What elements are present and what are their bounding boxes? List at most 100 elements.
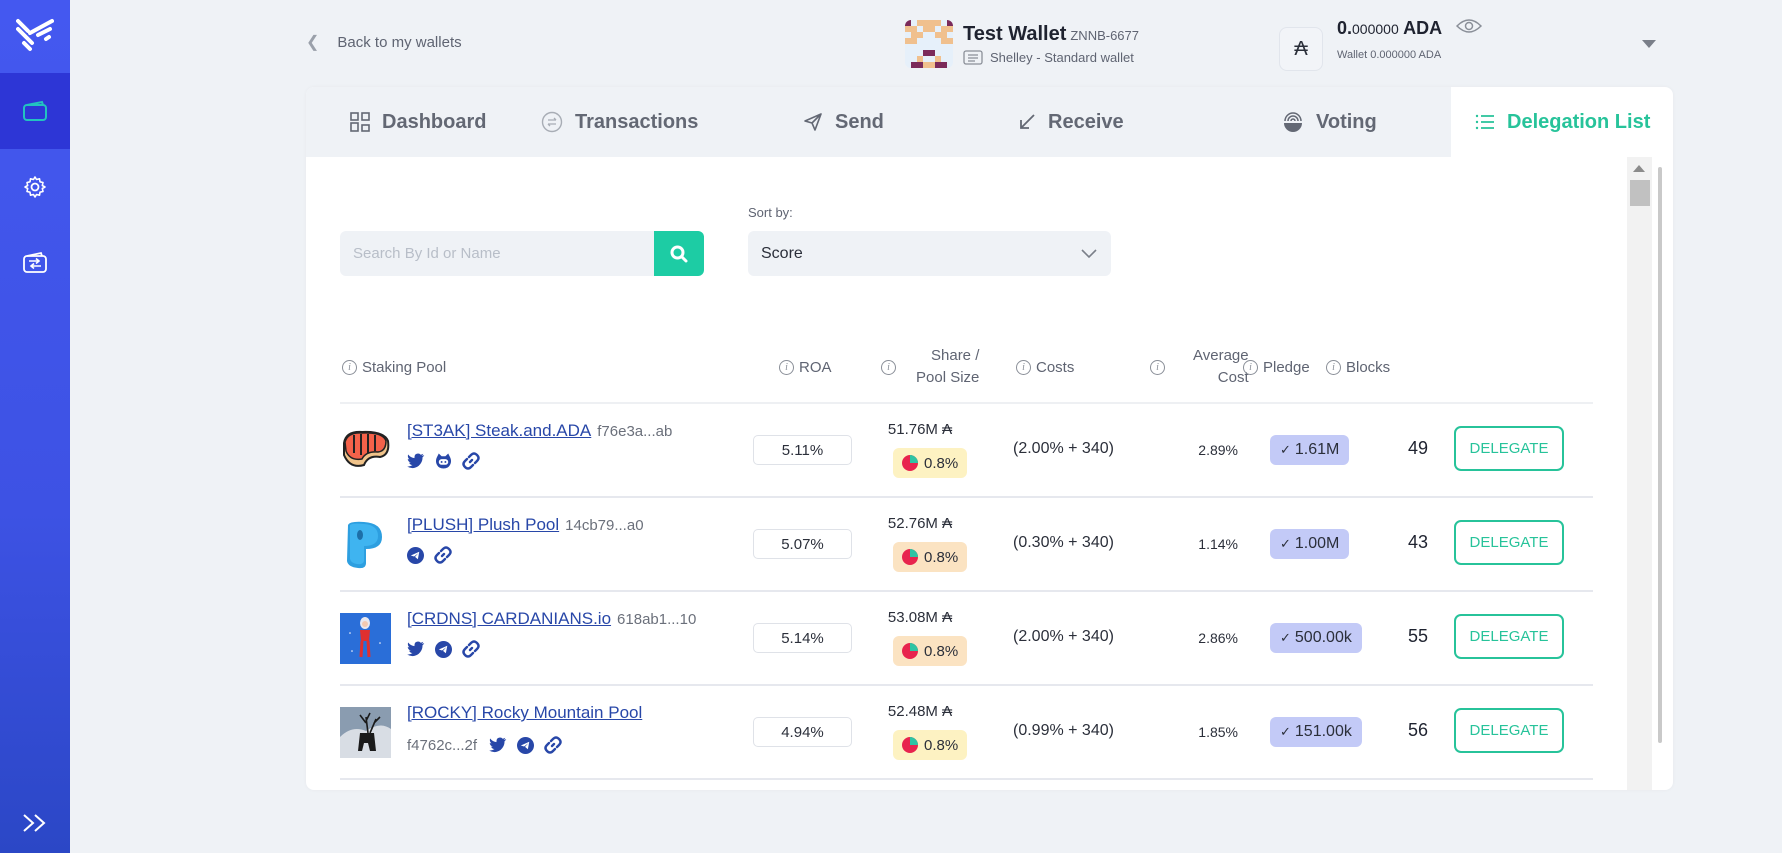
- pool-size: 51.76M ₳: [887, 421, 953, 438]
- col-roa[interactable]: i ROA: [779, 332, 832, 402]
- wallet-avatar: [905, 20, 953, 68]
- delegate-button[interactable]: DELEGATE: [1454, 520, 1564, 565]
- telegram-icon[interactable]: [407, 546, 424, 564]
- pool-name-link[interactable]: [ROCKY] Rocky Mountain Pool: [407, 703, 642, 723]
- eye-icon[interactable]: [1456, 18, 1483, 39]
- pledge-value: 151.00k: [1294, 723, 1352, 740]
- double-chevron-right-icon: [23, 814, 46, 832]
- sidebar-item-transfer[interactable]: [0, 225, 70, 301]
- telegram-icon[interactable]: [517, 736, 535, 754]
- github-icon[interactable]: [435, 453, 452, 469]
- share-value: 0.8%: [924, 642, 959, 660]
- col-label: Pledge: [1263, 358, 1310, 376]
- info-icon[interactable]: i: [1150, 359, 1165, 375]
- link-icon[interactable]: [462, 452, 480, 470]
- info-icon[interactable]: i: [1326, 359, 1341, 375]
- link-icon[interactable]: [544, 736, 562, 754]
- tab-dashboard[interactable]: Dashboard: [306, 87, 521, 157]
- telegram-icon[interactable]: [435, 640, 452, 658]
- tab-delegation-list[interactable]: Delegation List: [1451, 87, 1673, 157]
- share-value: 0.8%: [924, 454, 959, 472]
- tab-receive[interactable]: Receive: [998, 87, 1228, 157]
- wallet-id: ZNNB-6677: [1070, 28, 1139, 43]
- info-icon[interactable]: i: [1016, 359, 1031, 375]
- col-blocks[interactable]: i Blocks: [1326, 332, 1390, 402]
- app-logo[interactable]: [0, 0, 70, 68]
- twitter-icon[interactable]: [407, 453, 425, 469]
- pool-name-link[interactable]: [PLUSH] Plush Pool 14cb79...a0: [407, 515, 644, 535]
- delegate-button[interactable]: DELEGATE: [1454, 708, 1564, 753]
- sort-label: Sort by:: [748, 205, 793, 220]
- search-button[interactable]: [654, 231, 704, 276]
- share-badge: 0.8%: [893, 542, 968, 572]
- col-costs[interactable]: i Costs: [1016, 332, 1074, 402]
- wallet-dropdown-caret-icon[interactable]: [1642, 40, 1656, 48]
- pledge-badge: ✓ 1.00M: [1270, 529, 1350, 559]
- balance: 0.000000 ADA Wallet 0.000000 ADA: [1337, 18, 1483, 61]
- pool-name-link[interactable]: [ST3AK] Steak.and.ADA f76e3a...ab: [407, 421, 672, 441]
- info-icon[interactable]: i: [342, 359, 357, 375]
- delegate-button[interactable]: DELEGATE: [1454, 614, 1564, 659]
- info-icon[interactable]: i: [1243, 359, 1258, 375]
- twitter-icon[interactable]: [407, 641, 425, 657]
- col-pledge[interactable]: i Pledge: [1243, 332, 1310, 402]
- pledge-badge: ✓ 500.00k: [1270, 623, 1362, 653]
- tab-voting[interactable]: Voting: [1228, 87, 1451, 157]
- balance-dec: 000000: [1352, 21, 1399, 37]
- sort-selected: Score: [761, 244, 803, 262]
- link-icon[interactable]: [434, 546, 452, 564]
- wallet-transfer-icon: [23, 251, 47, 273]
- list-icon: [1475, 114, 1494, 130]
- share-badge: 0.8%: [893, 636, 968, 666]
- voting-icon: [1284, 112, 1302, 132]
- main-panel: Dashboard Transactions Send Receive Voti…: [306, 87, 1673, 790]
- wallet-info: Test Wallet ZNNB-6677 Shelley - Standard …: [905, 20, 1139, 68]
- pool-logo-rocky: [340, 707, 391, 758]
- scroll-up-arrow-icon[interactable]: [1633, 165, 1645, 172]
- sort-select[interactable]: Score: [748, 231, 1111, 276]
- col-label: Costs: [1036, 358, 1075, 376]
- col-average-cost[interactable]: i Average Cost: [1150, 332, 1249, 402]
- col-label: Share /: [931, 347, 980, 364]
- sidebar: [0, 0, 70, 853]
- info-icon[interactable]: i: [779, 359, 794, 375]
- pool-id: 14cb79...a0: [565, 517, 644, 534]
- check-icon: ✓: [1280, 630, 1291, 645]
- sidebar-item-settings[interactable]: [0, 149, 70, 225]
- roa-value: 5.11%: [753, 435, 852, 465]
- pledge-value: 500.00k: [1294, 629, 1352, 646]
- check-icon: ✓: [1280, 442, 1291, 457]
- inner-scrollbar[interactable]: [1627, 157, 1652, 790]
- pool-logo-steak: [340, 425, 391, 476]
- scroll-thumb[interactable]: [1630, 180, 1650, 206]
- expand-sidebar-button[interactable]: [0, 793, 70, 853]
- share-value: 0.8%: [924, 548, 959, 566]
- receive-arrow-icon: [1020, 114, 1035, 129]
- delegation-content: Sort by: Score i Staking Pool i ROA i Sh…: [306, 157, 1673, 790]
- table-header: i Staking Pool i ROA i Share / Pool Size …: [340, 332, 1593, 404]
- delegate-button[interactable]: DELEGATE: [1454, 426, 1564, 471]
- search-icon: [670, 245, 688, 262]
- link-icon[interactable]: [462, 640, 480, 658]
- avg-cost-value: 2.86%: [1198, 630, 1238, 646]
- pool-name-link[interactable]: [CRDNS] CARDANIANS.io 618ab1...10: [407, 609, 696, 629]
- back-to-wallets-link[interactable]: ❮ Back to my wallets: [306, 32, 462, 52]
- search-input[interactable]: [340, 231, 654, 276]
- tab-label: Delegation List: [1507, 110, 1651, 133]
- transactions-icon: [541, 111, 563, 133]
- twitter-icon[interactable]: [489, 737, 507, 753]
- pool-list: [ST3AK] Steak.and.ADA f76e3a...ab 5.11% 5…: [340, 404, 1593, 780]
- sidebar-item-wallets[interactable]: [0, 73, 70, 149]
- col-staking-pool[interactable]: i Staking Pool: [342, 332, 446, 402]
- info-icon[interactable]: i: [881, 359, 896, 375]
- col-share[interactable]: i Share / Pool Size: [881, 332, 979, 402]
- tab-transactions[interactable]: Transactions: [521, 87, 788, 157]
- pool-name: [PLUSH] Plush Pool: [407, 515, 560, 534]
- outer-scrollbar[interactable]: [1658, 167, 1662, 743]
- chevron-left-icon: ❮: [306, 34, 320, 51]
- pledge-value: 1.00M: [1294, 535, 1340, 552]
- wallet-name: Test Wallet: [963, 23, 1067, 45]
- tab-send[interactable]: Send: [788, 87, 998, 157]
- balance-int: 0.: [1337, 18, 1353, 38]
- chevron-down-icon: [1081, 248, 1097, 258]
